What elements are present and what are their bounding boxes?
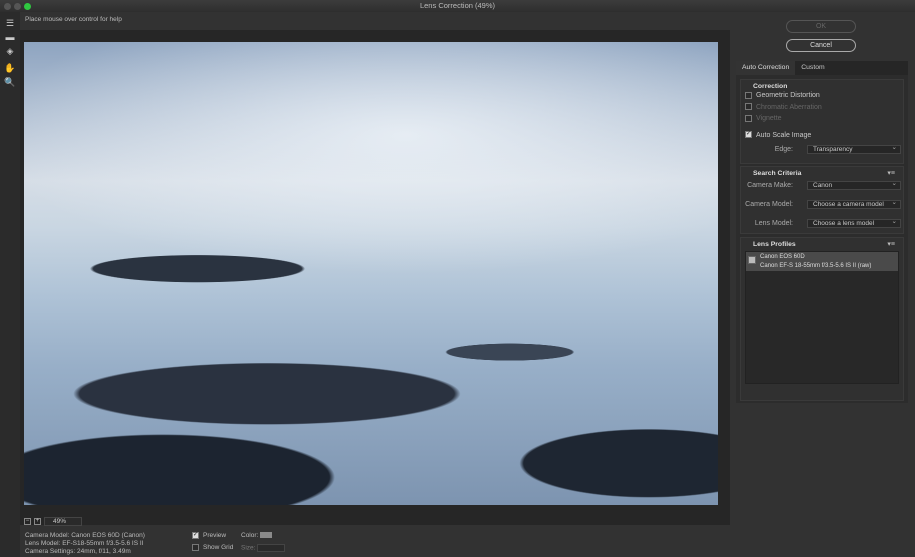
vignette-checkbox	[745, 114, 752, 122]
hand-icon[interactable]: ✋	[0, 61, 20, 75]
auto-scale-option[interactable]: ✓ Auto Scale Image	[741, 130, 903, 142]
size-label: Size:	[241, 544, 256, 552]
correction-section: Correction Geometric Distortion Chromati…	[740, 79, 904, 164]
maximize-button[interactable]	[24, 3, 31, 10]
grid-color-swatch[interactable]	[260, 532, 273, 539]
grid-size-select[interactable]	[257, 544, 286, 552]
lens-profile-item[interactable]: Canon EOS 60D Canon EF-S 18-55mm f/3.5-5…	[746, 252, 898, 271]
search-criteria-section: Search Criteria ▾≡ Camera Make: Canon Cam…	[740, 166, 904, 234]
camera-make-select[interactable]: Canon	[807, 180, 901, 190]
edge-select[interactable]: Transparency	[807, 144, 901, 154]
chromatic-label: Chromatic Aberration	[756, 103, 822, 111]
profiles-menu-icon[interactable]: ▾≡	[887, 240, 895, 248]
image-rocks	[24, 227, 718, 505]
geometric-distortion-option[interactable]: Geometric Distortion	[741, 90, 903, 102]
show-grid-checkbox[interactable]	[192, 544, 199, 551]
preview-checkbox[interactable]: ✓	[192, 532, 199, 539]
geometric-checkbox[interactable]	[745, 91, 752, 99]
preview-option[interactable]: ✓ Preview	[192, 532, 226, 539]
zoom-icon[interactable]: 🔍	[0, 75, 20, 89]
preview-label: Preview	[203, 532, 227, 540]
preview-image[interactable]	[24, 42, 718, 505]
lens-model-info: Lens Model: EF-S18-55mm f/3.5-5.6 IS II	[25, 539, 144, 547]
camera-icon	[748, 256, 756, 264]
move-grid-icon[interactable]: ◈	[0, 44, 20, 58]
color-option: Color:	[241, 532, 273, 539]
settings-panel: Auto Correction Custom Correction Geomet…	[736, 61, 908, 403]
zoom-select[interactable]: 49%	[44, 517, 82, 526]
size-option: Size:	[241, 544, 286, 552]
image-info: Camera Model: Canon EOS 60D (Canon) Lens…	[25, 532, 145, 555]
help-text: Place mouse over control for help	[25, 16, 122, 23]
auto-scale-label: Auto Scale Image	[756, 131, 812, 139]
show-grid-option[interactable]: Show Grid	[192, 544, 233, 551]
window-title: Lens Correction (49%)	[419, 1, 496, 10]
zoom-out-button[interactable]: −	[24, 518, 31, 525]
tab-auto-correction[interactable]: Auto Correction	[736, 61, 796, 75]
chromatic-checkbox	[745, 103, 752, 111]
straighten-icon[interactable]: ▬	[0, 30, 20, 44]
profile-camera: Canon EOS 60D	[760, 254, 805, 260]
vignette-label: Vignette	[756, 115, 782, 122]
tool-bar: ☰ ▬ ◈ ✋ 🔍	[0, 12, 20, 557]
minimize-button[interactable]	[14, 3, 21, 10]
color-label: Color:	[241, 532, 259, 539]
remove-distortion-icon[interactable]: ☰	[0, 16, 20, 30]
camera-model-label: Camera Model:	[745, 201, 793, 208]
lens-profiles-list: Canon EOS 60D Canon EF-S 18-55mm f/3.5-5…	[745, 251, 899, 384]
tab-custom[interactable]: Custom	[795, 61, 830, 75]
edge-label: Edge:	[774, 146, 793, 153]
correction-title: Correction	[753, 83, 788, 90]
show-grid-label: Show Grid	[203, 544, 234, 552]
lens-profiles-title: Lens Profiles	[753, 241, 796, 248]
camera-model-select[interactable]: Choose a camera model	[807, 199, 901, 209]
profile-lens: Canon EF-S 18-55mm f/3.5-5.6 IS II (raw)	[760, 262, 872, 269]
ok-button[interactable]: OK	[786, 20, 856, 33]
camera-model-info: Camera Model: Canon EOS 60D (Canon)	[25, 532, 145, 539]
close-button[interactable]	[4, 3, 11, 10]
search-criteria-title: Search Criteria	[753, 170, 802, 177]
zoom-in-button[interactable]: +	[34, 518, 41, 525]
auto-scale-checkbox[interactable]: ✓	[745, 131, 752, 139]
camera-settings-info: Camera Settings: 24mm, f/11, 3.49m	[25, 547, 131, 555]
vignette-option: Vignette	[741, 113, 903, 125]
title-bar: Lens Correction (49%)	[0, 0, 915, 12]
cancel-button[interactable]: Cancel	[786, 39, 856, 52]
chromatic-aberration-option: Chromatic Aberration	[741, 102, 903, 114]
panel-menu-icon[interactable]: ▾≡	[887, 169, 895, 177]
camera-make-label: Camera Make:	[747, 182, 793, 189]
geometric-label: Geometric Distortion	[756, 92, 820, 99]
lens-model-label: Lens Model:	[754, 220, 793, 227]
lens-profiles-section: Lens Profiles ▾≡ Canon EOS 60D Canon EF-…	[740, 237, 904, 401]
lens-model-select[interactable]: Choose a lens model	[807, 218, 901, 228]
zoom-controls: − + 49%	[24, 517, 82, 526]
